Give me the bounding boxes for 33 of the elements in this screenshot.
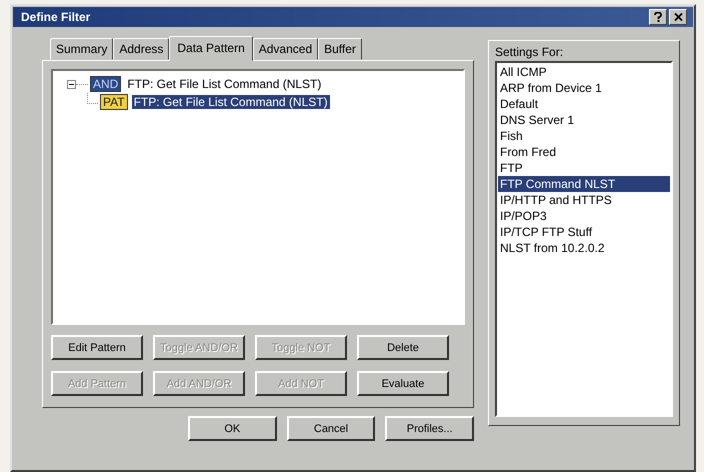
settings-item[interactable]: Fish: [498, 128, 670, 144]
dialog-button[interactable]: OK: [188, 416, 277, 441]
settings-item[interactable]: DNS Server 1: [498, 112, 670, 128]
settings-item[interactable]: All ICMP: [498, 64, 670, 80]
close-icon: [674, 13, 682, 21]
collapse-icon[interactable]: [67, 80, 76, 88]
pattern-button[interactable]: Evaluate: [357, 371, 449, 396]
tree-item[interactable]: FTP: Get File List Command (NLST): [132, 95, 330, 109]
node-tag: PAT: [100, 94, 128, 110]
tab[interactable]: Data Pattern: [169, 36, 253, 61]
settings-label: Settings For:: [495, 45, 564, 59]
settings-item[interactable]: IP/POP3: [498, 208, 670, 224]
dialog-button[interactable]: Profiles...: [385, 416, 474, 441]
pattern-button[interactable]: Edit Pattern: [51, 335, 143, 360]
close-button[interactable]: [669, 9, 687, 25]
settings-item[interactable]: Default: [498, 96, 670, 112]
settings-item[interactable]: FTP Command NLST: [498, 176, 670, 192]
tab[interactable]: Advanced: [252, 38, 318, 60]
node-tag: AND: [90, 76, 122, 92]
tab[interactable]: Buffer: [318, 38, 362, 60]
settings-item[interactable]: IP/TCP FTP Stuff: [498, 224, 670, 240]
tab[interactable]: Summary: [50, 38, 114, 60]
pattern-button[interactable]: Delete: [357, 335, 449, 360]
tree-item[interactable]: FTP: Get File List Command (NLST): [125, 77, 324, 91]
settings-item[interactable]: NLST from 10.2.0.2: [498, 240, 670, 256]
settings-item[interactable]: From Fred: [498, 144, 670, 160]
settings-item[interactable]: ARP from Device 1: [498, 80, 670, 96]
help-button[interactable]: [649, 9, 667, 25]
window-title: Define Filter: [21, 10, 90, 24]
help-icon: [654, 12, 662, 22]
settings-item[interactable]: FTP: [498, 160, 670, 176]
dialog-button[interactable]: Cancel: [286, 416, 376, 441]
settings-item[interactable]: IP/HTTP and HTTPS: [498, 192, 670, 208]
